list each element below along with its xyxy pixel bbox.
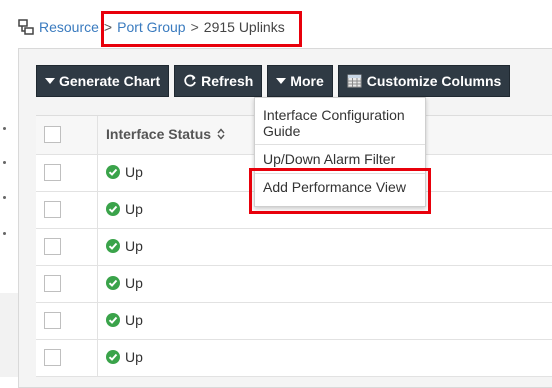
caret-down-icon (45, 77, 55, 85)
interface-status-header-label: Interface Status (106, 126, 212, 142)
row-checkbox[interactable] (44, 312, 61, 329)
row-checkbox[interactable] (44, 201, 61, 218)
interface-status-cell: Up (106, 312, 143, 328)
interface-status-text: Up (125, 238, 143, 254)
toolbar: Generate Chart Refresh More Customize Co… (36, 65, 511, 97)
row-select-cell (36, 155, 98, 191)
bullet-dot (3, 196, 6, 199)
sidebar-footer-block (0, 293, 18, 377)
row-checkbox[interactable] (44, 275, 61, 292)
refresh-icon (183, 74, 197, 88)
select-all-cell (36, 116, 98, 154)
check-circle-icon (106, 350, 120, 364)
refresh-label: Refresh (201, 73, 254, 89)
row-select-cell (36, 192, 98, 228)
bullet-dot (3, 232, 6, 235)
customize-columns-button[interactable]: Customize Columns (337, 65, 511, 97)
table-row[interactable]: Up (36, 340, 552, 377)
refresh-button[interactable]: Refresh (174, 65, 263, 97)
table-row[interactable]: Up (36, 303, 552, 340)
menu-item-up-down-alarm-filter[interactable]: Up/Down Alarm Filter (263, 151, 395, 167)
generate-chart-label: Generate Chart (59, 73, 161, 89)
interface-status-cell: Up (106, 164, 143, 180)
row-select-cell (36, 266, 98, 302)
row-checkbox[interactable] (44, 349, 61, 366)
customize-columns-label: Customize Columns (366, 73, 502, 89)
menu-divider (255, 144, 425, 145)
bullet-dot (3, 127, 6, 130)
caret-down-icon (276, 77, 287, 85)
sitemap-icon (18, 19, 34, 35)
interface-status-text: Up (125, 275, 143, 291)
interface-status-cell: Up (106, 349, 143, 365)
interface-status-text: Up (125, 312, 143, 328)
breadcrumb-resource-link[interactable]: Resource (39, 19, 99, 35)
check-circle-icon (106, 276, 120, 290)
row-checkbox[interactable] (44, 164, 61, 181)
table-row[interactable]: Up (36, 229, 552, 266)
interface-status-column-header[interactable]: Interface Status (106, 126, 225, 142)
highlight-box (249, 168, 431, 214)
sort-icon[interactable] (217, 128, 225, 140)
interface-status-text: Up (125, 201, 143, 217)
interface-status-text: Up (125, 164, 143, 180)
interface-status-cell: Up (106, 275, 143, 291)
table-row[interactable]: Up (36, 266, 552, 303)
interface-status-text: Up (125, 349, 143, 365)
check-circle-icon (106, 165, 120, 179)
row-select-cell (36, 229, 98, 265)
menu-item-interface-configuration-guide[interactable]: Interface Configuration Guide (263, 107, 415, 139)
more-button[interactable]: More (267, 65, 333, 97)
more-label: More (290, 73, 324, 89)
row-checkbox[interactable] (44, 238, 61, 255)
columns-icon (347, 73, 363, 89)
left-sidebar-edge (0, 0, 18, 377)
bullet-dot (3, 161, 6, 164)
interface-status-cell: Up (106, 238, 143, 254)
row-select-cell (36, 303, 98, 339)
select-all-checkbox[interactable] (44, 126, 61, 143)
check-circle-icon (106, 202, 120, 216)
highlight-box (101, 11, 302, 47)
generate-chart-button[interactable]: Generate Chart (36, 65, 170, 97)
interface-status-cell: Up (106, 201, 143, 217)
row-select-cell (36, 340, 98, 376)
check-circle-icon (106, 313, 120, 327)
check-circle-icon (106, 239, 120, 253)
